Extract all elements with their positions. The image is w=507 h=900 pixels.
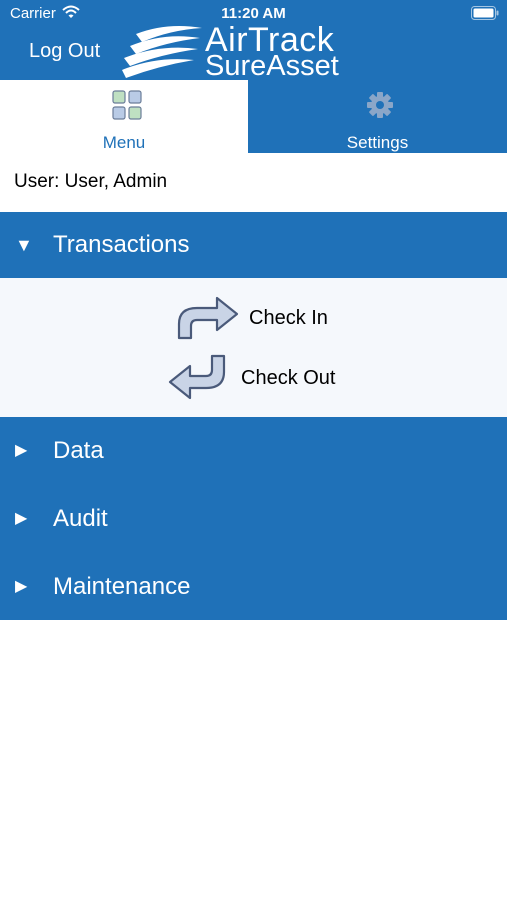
- section-title: Audit: [53, 505, 108, 532]
- tab-settings[interactable]: Settings: [248, 80, 507, 153]
- check-out-label: Check Out: [241, 367, 336, 389]
- logout-button[interactable]: Log Out: [29, 40, 100, 63]
- check-in-label: Check In: [249, 307, 328, 329]
- check-in-button[interactable]: Check In: [175, 294, 355, 344]
- tab-menu-label: Menu: [102, 133, 146, 152]
- logo-line2: SureAsset: [205, 50, 339, 82]
- expand-arrow-icon: ▼: [15, 235, 33, 255]
- transactions-panel: Check In Check Out: [0, 278, 507, 417]
- undo-arrow-icon: [168, 354, 226, 400]
- grid-icon: [112, 90, 142, 120]
- clock: 11:20 AM: [221, 5, 286, 22]
- section-maintenance-header[interactable]: ▶ Maintenance: [0, 553, 507, 621]
- collapse-arrow-icon: ▶: [15, 442, 28, 459]
- check-out-button[interactable]: Check Out: [168, 354, 358, 404]
- airtrack-logo: AirTrack SureAsset: [122, 22, 372, 82]
- gear-icon: [367, 92, 393, 118]
- section-transactions-header[interactable]: ▼ Transactions: [0, 212, 507, 278]
- app-header: Carrier 11:20 AM Log Out AirTrack SureAs…: [0, 0, 507, 82]
- current-user-label: User: User, Admin: [14, 171, 168, 192]
- logo-swoosh-icon: [122, 26, 202, 78]
- section-title: Maintenance: [53, 573, 191, 600]
- collapse-arrow-icon: ▶: [15, 510, 28, 527]
- battery-icon: [471, 6, 499, 20]
- section-audit-header[interactable]: ▶ Audit: [0, 485, 507, 553]
- redo-arrow-icon: [177, 296, 239, 340]
- section-title: Transactions: [53, 231, 190, 258]
- tab-menu[interactable]: Menu: [0, 80, 248, 153]
- collapse-arrow-icon: ▶: [15, 578, 28, 595]
- tab-settings-label: Settings: [346, 133, 409, 152]
- section-data-header[interactable]: ▶ Data: [0, 417, 507, 485]
- tab-bar: Menu Settings: [0, 80, 507, 153]
- section-title: Data: [53, 437, 104, 464]
- collapsed-sections: ▶ Data ▶ Audit ▶ Maintenance: [0, 417, 507, 620]
